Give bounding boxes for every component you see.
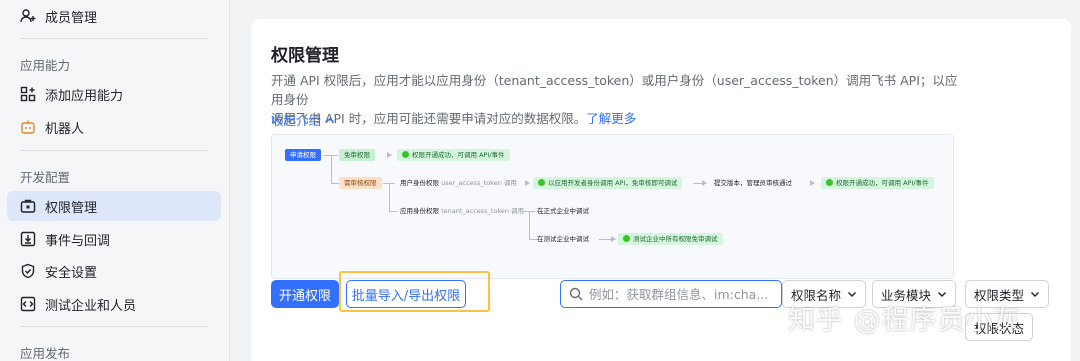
section-title-dev-config: 开发配置 — [20, 170, 71, 185]
check-circle-icon — [538, 179, 545, 186]
sidebar-item-permissions[interactable]: 权限管理 — [7, 191, 221, 221]
arrow-right-icon — [387, 152, 392, 158]
arrow-right-icon — [525, 180, 530, 186]
search-input[interactable] — [589, 286, 769, 302]
flow-need-review: 需审核权限 — [339, 177, 382, 189]
flow-connector — [389, 211, 397, 212]
sidebar-item-label: 测试企业和人员 — [45, 298, 137, 314]
arrow-right-icon — [702, 180, 707, 186]
shield-icon — [20, 263, 36, 279]
chevron-up-icon — [325, 116, 335, 123]
sidebar-item-label: 添加应用能力 — [45, 88, 124, 104]
flow-connector — [331, 183, 339, 184]
check-circle-icon — [402, 151, 409, 158]
section-title-release: 应用发布 — [20, 346, 71, 361]
sidebar-item-events[interactable]: 事件与回调 — [7, 224, 221, 254]
person-add-icon — [20, 8, 36, 24]
chevron-down-icon — [1031, 292, 1040, 297]
collapse-intro-link[interactable]: 收起介绍 — [271, 110, 335, 129]
check-circle-icon — [826, 179, 833, 186]
flow-user-identity: 用户身份权限 user_access_token 调用 — [400, 177, 517, 189]
divider — [20, 326, 208, 327]
flow-dev-identity: 以应用开发者身份调用 API，免审核即可调试 — [533, 177, 683, 189]
batch-import-export-button[interactable]: 批量导入/导出权限 — [346, 280, 466, 308]
flow-test-free: 测试企业中所有权限免审调试 — [618, 233, 723, 245]
divider — [20, 150, 208, 151]
arrow-right-icon — [810, 180, 815, 186]
flow-connector — [389, 183, 390, 211]
sidebar-item-label: 权限管理 — [45, 200, 98, 216]
code-icon — [20, 296, 36, 312]
sidebar-item-label: 安全设置 — [45, 265, 98, 281]
flow-test-debug: 在测试企业中调试 — [537, 235, 589, 243]
grid-add-icon — [20, 86, 36, 102]
flow-submit: 提交版本，管理员审核通过 — [714, 179, 792, 187]
flow-connector — [331, 155, 332, 183]
sidebar-item-label: 事件与回调 — [45, 233, 111, 249]
flow-granted-1-text: 权限开通成功，可调用 API/事件 — [412, 151, 505, 159]
learn-more-link[interactable]: 了解更多 — [586, 111, 636, 126]
flow-dev-identity-text: 以应用开发者身份调用 API，免审核即可调试 — [548, 179, 678, 187]
permission-search[interactable] — [560, 280, 782, 308]
flow-connector — [529, 211, 530, 239]
flow-no-review: 免审权限 — [339, 149, 375, 161]
check-circle-icon — [623, 235, 630, 242]
arrow-right-icon — [611, 236, 616, 242]
sidebar-item-test-company[interactable]: 测试企业和人员 — [7, 289, 221, 319]
flow-granted-2-text: 权限开通成功，可调用 API/事件 — [836, 179, 929, 187]
sidebar-item-robot[interactable]: 机器人 — [7, 112, 221, 142]
sidebar-item-members[interactable]: 成员管理 — [7, 1, 221, 31]
flow-test-free-text: 测试企业中所有权限免审调试 — [633, 235, 718, 243]
collapse-label: 收起介绍 — [271, 113, 322, 128]
flow-apply: 申请权限 — [285, 149, 321, 161]
sidebar-item-add-ability[interactable]: 添加应用能力 — [7, 79, 221, 109]
flow-connector — [693, 183, 702, 184]
enable-permission-button[interactable]: 开通权限 — [271, 280, 339, 308]
flow-app-identity: 应用身份权限 tenant_access_token 调用 — [400, 205, 524, 217]
flow-user-identity-label: 用户身份权限 — [400, 179, 439, 187]
sidebar-item-label: 机器人 — [45, 121, 85, 137]
flow-tenant-token: tenant_access_token 调用 — [441, 207, 525, 215]
sidebar-item-label: 成员管理 — [45, 10, 98, 26]
sidebar-item-security[interactable]: 安全设置 — [7, 256, 221, 286]
flow-app-identity-label: 应用身份权限 — [400, 207, 439, 215]
sidebar: 成员管理 应用能力 添加应用能力 机器人 开发配置 权限管理 事件与回调 安全设… — [0, 0, 230, 361]
flow-granted-1: 权限开通成功，可调用 API/事件 — [397, 149, 510, 161]
search-icon — [569, 287, 583, 301]
flow-connector — [529, 239, 537, 240]
flow-connector — [599, 239, 611, 240]
robot-icon — [20, 119, 36, 135]
description: 开通 API 权限后，应用才能以应用身份（tenant_access_token… — [271, 71, 961, 128]
page-title: 权限管理 — [271, 46, 339, 66]
permission-flow-diagram: 申请权限 免审权限 权限开通成功，可调用 API/事件 需审核权限 用户身份权限… — [271, 134, 954, 279]
section-title-app-ability: 应用能力 — [20, 58, 71, 73]
divider — [20, 38, 208, 39]
event-icon — [20, 231, 36, 247]
flow-user-token: user_access_token 调用 — [441, 179, 517, 187]
flow-prod-debug: 在正式企业中调试 — [537, 207, 589, 215]
description-line1: 开通 API 权限后，应用才能以应用身份（tenant_access_token… — [271, 73, 958, 107]
flow-granted-2: 权限开通成功，可调用 API/事件 — [821, 177, 934, 189]
watermark: 知乎 @程序员小灰 — [788, 305, 1022, 336]
briefcase-lock-icon — [20, 198, 36, 214]
